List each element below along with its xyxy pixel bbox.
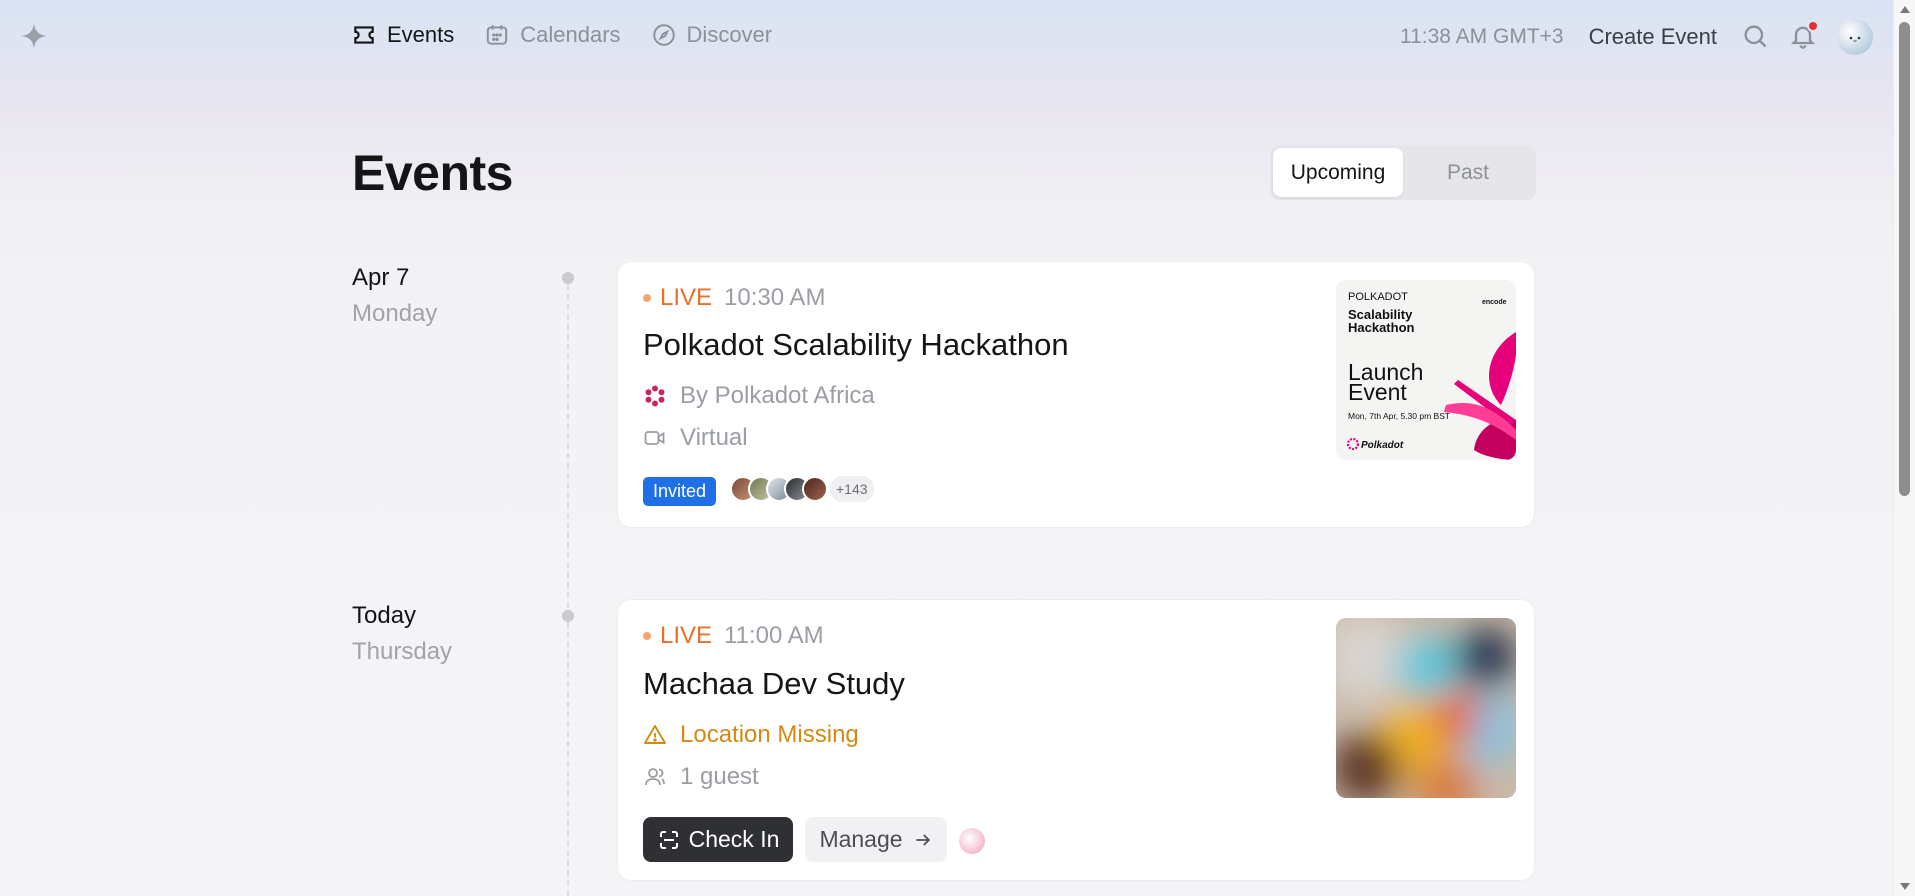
event-poster-image[interactable]: POLKADOT encode Scalability Hackathon La… [1336, 280, 1516, 460]
poster-logo-text: Polkadot [1361, 440, 1404, 451]
event-host-label: By Polkadot Africa [680, 382, 875, 409]
date-heading-1: Apr 7 Monday [352, 264, 437, 328]
scrollbar-thumb[interactable] [1899, 22, 1910, 496]
guest-count-label: 1 guest [680, 763, 759, 790]
live-dot [643, 294, 651, 302]
event-meta: LIVE 10:30 AM [643, 284, 825, 312]
weekday-label: Thursday [352, 638, 453, 665]
event-time: 11:00 AM [724, 622, 824, 649]
location-warning-label: Location Missing [680, 721, 859, 748]
poster-subtitle-2: Hackathon [1348, 320, 1415, 335]
check-in-label: Check In [688, 826, 780, 852]
page-title: Events [352, 145, 513, 201]
sparkle-logo-icon[interactable] [20, 22, 48, 50]
more-guests-count: +143 [830, 476, 874, 502]
poster-partner: encode [1482, 299, 1507, 306]
nav-events[interactable]: Events [351, 22, 454, 48]
tab-past[interactable]: Past [1403, 148, 1533, 197]
guest-count: 1 guest [643, 763, 759, 791]
poster-date: Mon, 7th Apr, 5.30 pm BST [1348, 411, 1450, 421]
current-time: 11:38 AM GMT+3 [1399, 25, 1564, 48]
date-label: Today [352, 602, 417, 629]
top-right-actions: 11:38 AM GMT+3 Create Event [1400, 18, 1873, 56]
user-avatar[interactable] [1837, 19, 1873, 55]
arrow-right-icon [915, 833, 930, 846]
scroll-up-arrow-icon[interactable] [1900, 6, 1910, 13]
live-label: LIVE [660, 622, 713, 649]
video-icon [644, 431, 665, 445]
event-cover-image[interactable] [1336, 618, 1516, 798]
event-host: By Polkadot Africa [643, 382, 875, 410]
nav-discover[interactable]: Discover [651, 22, 773, 48]
guest-avatar [802, 476, 828, 502]
notifications-button[interactable] [1789, 20, 1819, 52]
event-time: 10:30 AM [724, 284, 826, 311]
event-title[interactable]: Machaa Dev Study [643, 666, 905, 702]
polkadot-logo-icon [645, 385, 665, 407]
hackathon-poster: POLKADOT encode Scalability Hackathon La… [1336, 280, 1516, 460]
scan-icon [659, 830, 678, 849]
warning-icon [644, 725, 666, 744]
event-meta: LIVE 11:00 AM [643, 622, 824, 650]
live-dot [643, 632, 651, 640]
ticket-icon [354, 26, 374, 44]
event-card-machaa[interactable]: LIVE 11:00 AM Machaa Dev Study Location … [617, 599, 1535, 881]
vertical-scrollbar[interactable] [1893, 0, 1915, 896]
manage-label: Manage [819, 826, 903, 852]
calendar-icon [487, 25, 508, 45]
event-card-polkadot[interactable]: LIVE 10:30 AM Polkadot Scalability Hacka… [617, 261, 1535, 528]
nav-calendars[interactable]: Calendars [484, 22, 621, 48]
live-label: LIVE [660, 284, 713, 311]
nav-calendars-label: Calendars [520, 22, 621, 47]
invited-badge: Invited [643, 477, 717, 506]
location-warning[interactable]: Location Missing [643, 721, 859, 749]
date-heading-2: Today Thursday [352, 602, 452, 666]
main-nav: Events Calendars Discover [351, 22, 772, 48]
check-in-button[interactable]: Check In [643, 817, 793, 862]
top-navigation-bar: Events Calendars Discover 11:38 AM GMT+3… [0, 0, 1893, 74]
nav-events-label: Events [387, 22, 455, 47]
date-label: Apr 7 [352, 264, 410, 291]
create-event-button[interactable]: Create Event [1589, 24, 1717, 50]
guest-avatars[interactable]: +143 [730, 476, 874, 502]
poster-headline-2: Event [1348, 379, 1407, 405]
timeline-dot [562, 610, 574, 622]
event-location-label: Virtual [680, 424, 748, 451]
timeline-dot [562, 272, 574, 284]
upcoming-past-toggle: Upcoming Past [1270, 145, 1536, 200]
timeline-line [567, 284, 569, 896]
search-button[interactable] [1741, 22, 1771, 52]
poster-brand: POLKADOT [1348, 291, 1408, 303]
avatar-face-icon [1849, 36, 1861, 42]
weekday-label: Monday [352, 300, 438, 327]
nav-discover-label: Discover [686, 22, 773, 47]
tab-upcoming[interactable]: Upcoming [1273, 148, 1403, 197]
host-avatar[interactable] [959, 828, 985, 854]
users-icon [645, 768, 665, 786]
event-title[interactable]: Polkadot Scalability Hackathon [643, 327, 1069, 363]
manage-button[interactable]: Manage [805, 817, 947, 862]
search-icon [1744, 25, 1767, 48]
notification-dot [1807, 20, 1819, 32]
compass-icon [652, 24, 675, 46]
event-location: Virtual [643, 424, 748, 452]
scroll-down-arrow-icon[interactable] [1900, 883, 1910, 890]
gradient-cover [1336, 618, 1516, 798]
